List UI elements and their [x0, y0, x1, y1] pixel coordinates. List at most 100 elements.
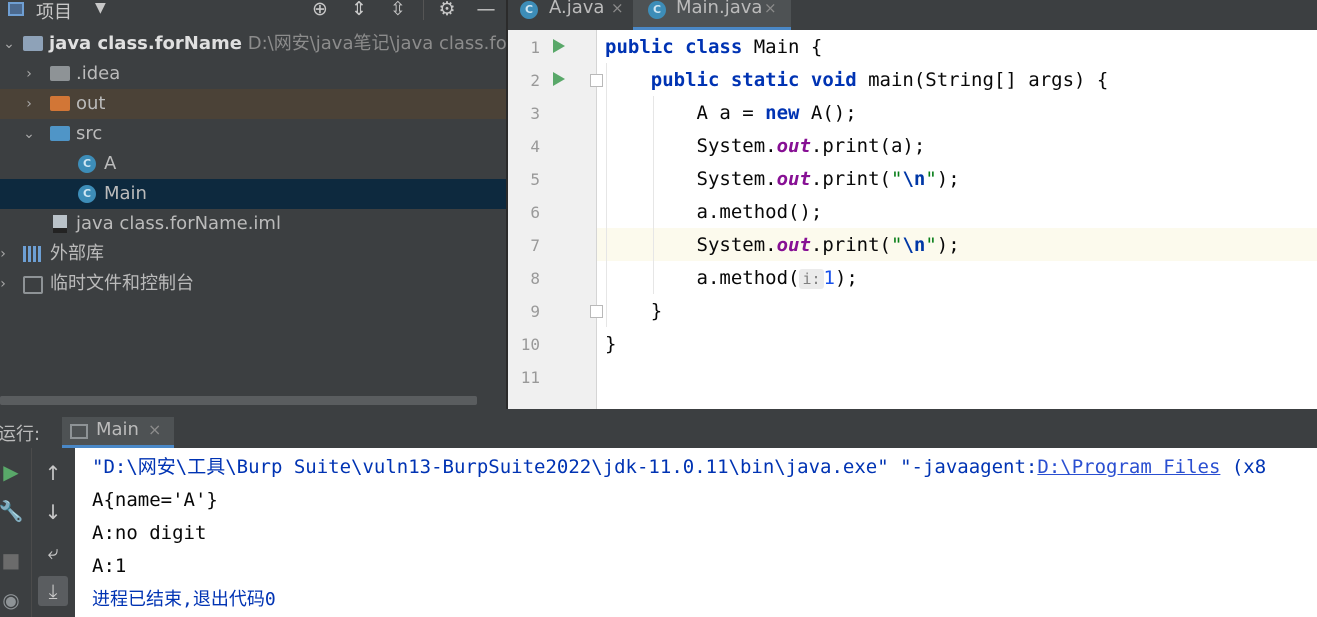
- fold-icon[interactable]: [590, 74, 603, 87]
- collapse-all-icon[interactable]: ⇳: [386, 0, 410, 21]
- camera-icon[interactable]: ◉: [0, 587, 24, 613]
- run-console[interactable]: "D:\网安\工具\Burp Suite\vuln13-BurpSuite202…: [75, 448, 1317, 617]
- tab-run-main[interactable]: Main ×: [62, 417, 174, 448]
- expand-all-icon[interactable]: ⇕: [347, 0, 371, 21]
- tree-item-project-root[interactable]: ⌄ java class.forName D:\网安\java笔记\java c…: [0, 29, 506, 59]
- gear-icon[interactable]: ⚙: [435, 0, 459, 21]
- line-number: 1: [530, 38, 540, 57]
- console-output-line: A:no digit: [92, 522, 207, 544]
- code-text: }: [605, 300, 663, 322]
- keyword: public class: [605, 36, 743, 58]
- tab-main-java[interactable]: C Main.java ×: [633, 0, 791, 30]
- tree-item-label: src: [76, 123, 103, 144]
- stop-icon[interactable]: ■: [0, 547, 24, 573]
- code-line-5: System.out.print("\n");: [605, 163, 960, 196]
- close-icon[interactable]: ×: [611, 0, 624, 18]
- run-panel-label: 运行:: [0, 424, 41, 445]
- code-text: );: [834, 267, 858, 289]
- project-panel-title[interactable]: 项目: [36, 0, 72, 24]
- chevron-right-icon[interactable]: ›: [22, 59, 36, 89]
- folder-icon: [50, 66, 70, 81]
- run-tab-label: Main: [96, 419, 139, 440]
- console-exit-message: 进程已结束,退出代码0: [92, 589, 276, 610]
- code-text: );: [936, 234, 960, 256]
- code-line-2: public static void main(String[] args) {: [605, 64, 1109, 97]
- scratches-icon: [23, 276, 43, 294]
- code-text: );: [936, 168, 960, 190]
- keyword: new: [765, 102, 800, 124]
- tree-item-label: 临时文件和控制台: [50, 273, 194, 294]
- java-main-class-icon: C: [78, 185, 96, 203]
- code-text: main(String[] args) {: [856, 69, 1109, 91]
- tab-label: Main.java: [676, 0, 763, 18]
- code-text: a.method();: [605, 201, 823, 223]
- arrow-up-icon[interactable]: ↑: [40, 460, 66, 486]
- close-icon[interactable]: ×: [148, 420, 161, 439]
- command-text: "D:\网安\工具\Burp Suite\vuln13-BurpSuite202…: [92, 456, 1038, 478]
- chevron-down-icon[interactable]: ⌄: [2, 29, 16, 59]
- code-text: System.: [605, 135, 777, 157]
- tree-item-label: java class.forName.iml: [76, 213, 281, 234]
- console-output-line: A{name='A'}: [92, 489, 218, 511]
- run-class-icon[interactable]: [553, 39, 565, 53]
- project-panel-header: 项目 ▼ ⊕ ⇕ ⇳ ⚙ —: [0, 0, 506, 24]
- run-main-icon[interactable]: [553, 72, 565, 86]
- code-text: A a =: [605, 102, 766, 124]
- code-text: a.method(: [605, 267, 800, 289]
- code-line-3: A a = new A();: [605, 97, 857, 130]
- scroll-to-end-icon[interactable]: ⤓: [38, 576, 68, 606]
- code-line-10: }: [605, 328, 616, 361]
- close-icon[interactable]: ×: [764, 0, 777, 18]
- string-quote: ": [925, 234, 937, 256]
- code-editor[interactable]: 1 2 3 4 5 6 7 8 9 10 11 public class Mai…: [508, 30, 1317, 409]
- project-path: D:\网安\java笔记\java class.forName: [247, 33, 506, 54]
- static-field: out: [776, 234, 811, 256]
- tree-item-iml[interactable]: java class.forName.iml: [0, 209, 506, 239]
- soft-wrap-icon[interactable]: ⤶: [40, 539, 66, 565]
- static-field: out: [776, 135, 811, 157]
- tree-item-external-libraries[interactable]: › 外部库: [0, 239, 506, 269]
- code-line-6: a.method();: [605, 196, 823, 229]
- horizontal-scrollbar[interactable]: [0, 396, 477, 405]
- rerun-icon[interactable]: ▶: [0, 459, 24, 485]
- string-quote: ": [891, 168, 903, 190]
- tree-item-label: .idea: [76, 63, 121, 84]
- tree-item-class-a[interactable]: C A: [0, 149, 506, 179]
- run-panel-header: 运行: Main ×: [0, 417, 1317, 448]
- tab-a-java[interactable]: C A.java ×: [508, 0, 633, 30]
- tree-item-src[interactable]: ⌄ src: [0, 119, 506, 149]
- line-number: 8: [530, 269, 540, 288]
- tree-item-label: A: [104, 153, 117, 174]
- java-main-class-icon: C: [648, 1, 666, 19]
- tree-item-scratches[interactable]: › 临时文件和控制台: [0, 269, 506, 299]
- chevron-right-icon[interactable]: ›: [0, 269, 10, 299]
- run-panel-splitter[interactable]: [0, 409, 1317, 417]
- toolbar-divider: [31, 448, 32, 617]
- fold-icon[interactable]: [590, 305, 603, 318]
- keyword: public static void: [650, 69, 857, 91]
- tree-item-label: 外部库: [50, 243, 104, 264]
- line-number: 10: [520, 335, 540, 354]
- wrench-icon[interactable]: 🔧: [0, 498, 24, 524]
- line-number: 3: [530, 104, 540, 123]
- code-line-9: }: [605, 295, 662, 328]
- chevron-right-icon[interactable]: ›: [22, 89, 36, 119]
- chevron-down-icon[interactable]: ⌄: [22, 119, 36, 149]
- tree-item-idea[interactable]: › .idea: [0, 59, 506, 89]
- tree-item-label: Main: [104, 183, 147, 204]
- hide-panel-icon[interactable]: —: [474, 0, 498, 21]
- code-text: .print(: [810, 168, 891, 190]
- console-icon: [70, 424, 88, 439]
- view-dropdown-icon[interactable]: ▼: [95, 0, 106, 16]
- arrow-down-icon[interactable]: ↓: [40, 499, 66, 525]
- library-icon: [23, 246, 43, 262]
- tree-item-out[interactable]: › out: [0, 89, 506, 119]
- tree-item-class-main[interactable]: C Main: [0, 179, 506, 209]
- chevron-right-icon[interactable]: ›: [0, 239, 10, 269]
- line-number: 2: [530, 71, 540, 90]
- locate-target-icon[interactable]: ⊕: [308, 0, 332, 21]
- escape-sequence: \n: [902, 168, 926, 190]
- path-link[interactable]: D:\Program Files: [1037, 456, 1220, 478]
- code-line-1: public class Main {: [605, 31, 822, 64]
